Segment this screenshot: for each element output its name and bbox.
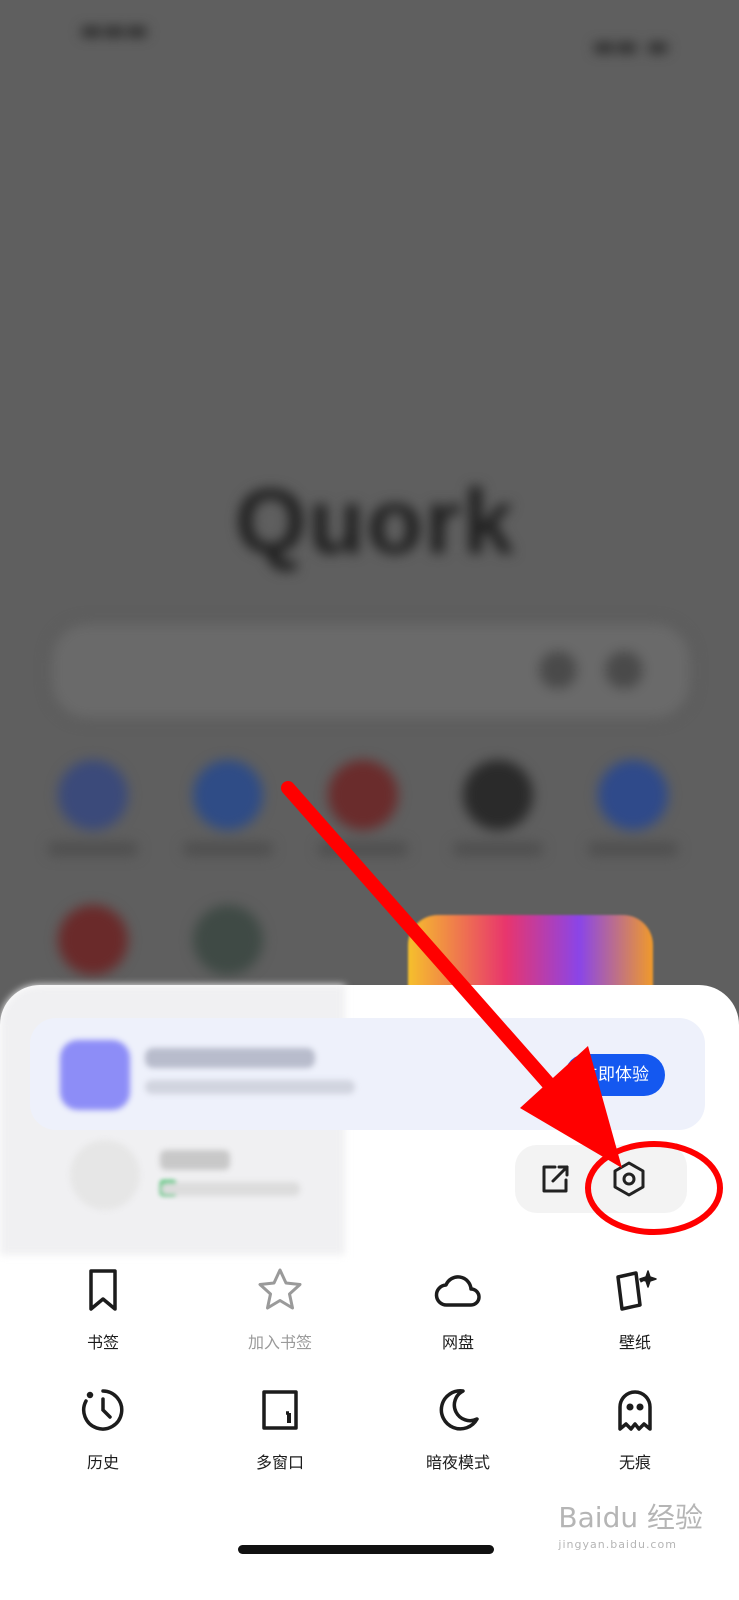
- star-icon: [258, 1268, 302, 1310]
- menu-item-label: 暗夜模式: [425, 1453, 490, 1472]
- quark-logo: Quork: [235, 471, 516, 573]
- user-name: [160, 1150, 230, 1170]
- banner-fragment: [408, 915, 653, 995]
- bookmark-icon: [89, 1269, 117, 1311]
- promo-card[interactable]: 立即体验: [30, 1018, 705, 1130]
- menu-item-history[interactable]: 历史: [43, 1385, 163, 1473]
- menu-item-label: 多窗口: [255, 1453, 304, 1472]
- shortcut: [163, 905, 293, 975]
- promo-title: [145, 1048, 315, 1068]
- shortcut: [28, 905, 158, 975]
- history-icon: [82, 1389, 124, 1431]
- menu-item-label: 壁纸: [618, 1333, 651, 1352]
- menu-item-label: 书签: [86, 1333, 119, 1352]
- watermark-url: jingyan.baidu.com: [558, 1538, 677, 1551]
- promo-icon: [60, 1040, 130, 1110]
- shortcut: [298, 760, 428, 856]
- menu-item-bookmarks[interactable]: 书签: [43, 1265, 163, 1353]
- menu-item-cloud-drive[interactable]: 网盘: [398, 1265, 518, 1353]
- status-bar-time: ▬▬▬: [80, 16, 149, 44]
- shortcut: [568, 760, 698, 856]
- menu-item-incognito[interactable]: 无痕: [575, 1385, 695, 1473]
- shortcut: [433, 760, 563, 856]
- menu-item-dark-mode[interactable]: 暗夜模式: [398, 1385, 518, 1473]
- shortcut-row-1: [0, 760, 739, 900]
- watermark-brand: Baidu 经验: [558, 1501, 703, 1534]
- home-indicator[interactable]: [238, 1545, 494, 1554]
- share-edit-icon: [542, 1165, 569, 1193]
- voice-icon: [539, 651, 577, 689]
- menu-item-label: 网盘: [441, 1333, 474, 1352]
- wallpaper-icon: [616, 1270, 657, 1311]
- ghost-icon: [618, 1390, 652, 1431]
- moon-icon: [439, 1389, 479, 1431]
- camera-icon: [605, 651, 643, 689]
- menu-item-label: 加入书签: [247, 1333, 312, 1352]
- promo-subtitle: [145, 1080, 355, 1094]
- search-bar: [48, 620, 694, 722]
- try-now-button[interactable]: 立即体验: [565, 1054, 665, 1096]
- tool-pill: [515, 1145, 687, 1213]
- cloud-icon: [434, 1275, 481, 1307]
- menu-item-multi-window[interactable]: 多窗口: [220, 1385, 340, 1473]
- avatar[interactable]: [70, 1140, 140, 1210]
- user-subtitle: [160, 1182, 300, 1196]
- menu-item-label: 无痕: [618, 1453, 651, 1472]
- status-bar-indicators: ▬▬ ▬: [592, 32, 669, 60]
- menu-item-add-bookmark[interactable]: 加入书签: [220, 1265, 340, 1353]
- menu-item-wallpaper[interactable]: 壁纸: [575, 1265, 695, 1353]
- settings-hexagon-icon: [613, 1161, 645, 1197]
- menu-item-label: 历史: [86, 1453, 119, 1472]
- share-edit-button[interactable]: [531, 1155, 579, 1203]
- shortcut: [28, 760, 158, 856]
- multi-window-icon: [262, 1390, 298, 1430]
- baidu-watermark: Baidu 经验 jingyan.baidu.com: [558, 1496, 703, 1551]
- settings-button[interactable]: [605, 1155, 653, 1203]
- shortcut: [163, 760, 293, 856]
